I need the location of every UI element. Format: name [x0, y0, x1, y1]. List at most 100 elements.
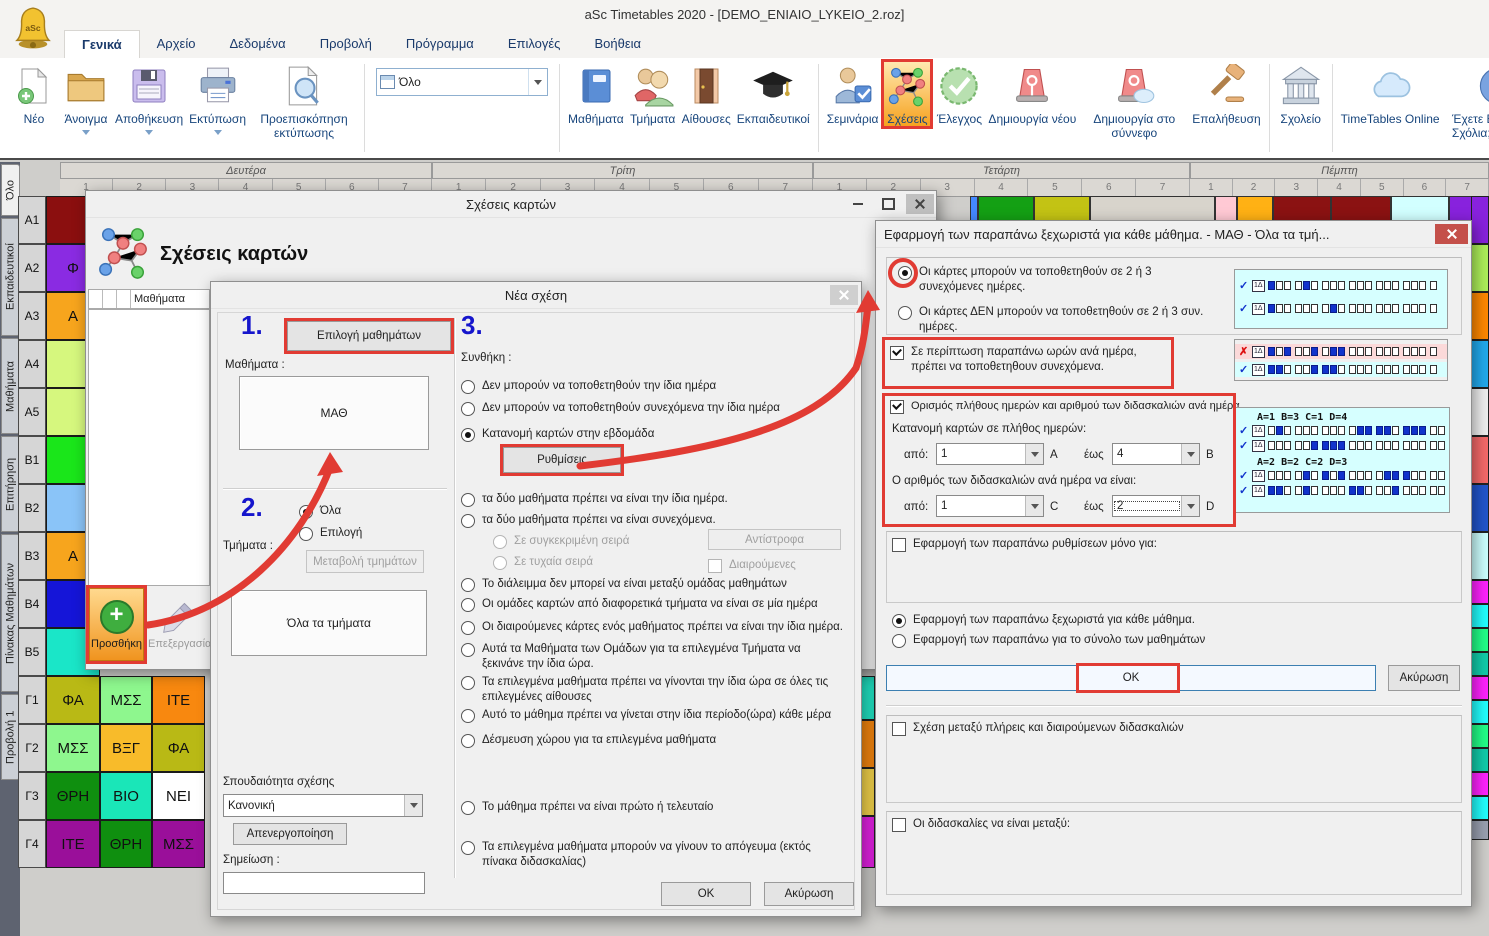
select-dropdown[interactable] — [404, 795, 422, 816]
radio-icon[interactable] — [461, 841, 475, 855]
radio-icon[interactable] — [892, 634, 906, 648]
lesson-card[interactable]: ΙΤΕ — [152, 676, 205, 724]
condition-option-13[interactable]: Τα επιλεγμένα μαθήματα μπορούν να γίνουν… — [461, 840, 846, 870]
lesson-card[interactable] — [1471, 676, 1489, 700]
lesson-card[interactable] — [1471, 652, 1489, 676]
lesson-card[interactable]: ΒΙΟ — [100, 772, 152, 820]
radio-icon[interactable] — [493, 556, 507, 570]
condition-option-8[interactable]: Αυτά τα Μαθήματα των Ομάδων για τα επιλε… — [461, 642, 841, 672]
apply-separately-option[interactable]: Εφαρμογή των παραπάνω ξεχωριστά για κάθε… — [892, 613, 1195, 628]
menu-item-programma[interactable]: Πρόγραμμα — [389, 30, 491, 58]
menu-item-epiloges[interactable]: Επιλογές — [491, 30, 578, 58]
print-dropdown-arrow-icon[interactable] — [214, 130, 222, 135]
lesson-card[interactable] — [1471, 436, 1489, 484]
lesson-card[interactable] — [1471, 820, 1489, 840]
lesson-card[interactable] — [1471, 244, 1489, 292]
menu-item-genika[interactable]: Γενικά — [64, 30, 140, 58]
selection-classes-option[interactable]: Επιλογή — [299, 526, 362, 541]
save-button[interactable]: Αποθήκευση — [115, 62, 183, 135]
radio-icon[interactable] — [493, 535, 507, 549]
lesson-card[interactable] — [1471, 580, 1489, 604]
lesson-card[interactable]: ΘΡΗ — [100, 820, 152, 868]
lesson-card[interactable] — [1471, 484, 1489, 532]
radio-icon[interactable] — [892, 614, 906, 628]
lesson-card[interactable]: ΦΑ — [152, 724, 205, 772]
divided-checkbox[interactable]: Διαιρούμενες — [708, 558, 796, 573]
row-header[interactable]: B1 — [18, 436, 46, 484]
condition-option-4[interactable]: τα δύο μαθήματα πρέπει να είναι συνεχόμε… — [461, 513, 716, 528]
condition-option-0[interactable]: Δεν μπορούν να τοποθετηθούν την ίδια ημέ… — [461, 379, 716, 394]
lesson-card[interactable] — [861, 676, 875, 720]
checkbox-icon[interactable] — [890, 346, 904, 360]
cards-2-3-consecutive-option[interactable]: Οι κάρτες μπορούν να τοποθετηθούν σε 2 ή… — [898, 265, 1218, 295]
select-dropdown[interactable] — [1181, 496, 1199, 516]
open-button[interactable]: Άνοιγμα — [63, 62, 109, 135]
generate-cloud-button[interactable]: Δημιουργία στο σύννεφο — [1082, 62, 1186, 140]
row-header[interactable]: B2 — [18, 484, 46, 532]
condition-option-12[interactable]: Το μάθημα πρέπει να είναι πρώτο ή τελευτ… — [461, 800, 713, 815]
select-dropdown[interactable] — [1025, 496, 1043, 516]
lesson-card[interactable]: ΜΣΣ — [100, 676, 152, 724]
open-dropdown-arrow-icon[interactable] — [82, 130, 90, 135]
cards-not-2-3-consecutive-option[interactable]: Οι κάρτες ΔΕΝ μπορούν να τοποθετηθούν σε… — [898, 305, 1228, 335]
condition-option-10[interactable]: Αυτό το μάθημα πρέπει να γίνεται στην ίδ… — [461, 708, 831, 723]
reverse-button[interactable]: Αντίστροφα — [708, 529, 841, 550]
lesson-card[interactable]: ΒΞΓ — [100, 724, 152, 772]
new-button[interactable]: Νέο — [11, 62, 57, 126]
maximize-button[interactable] — [874, 194, 902, 214]
condition-option-5[interactable]: Το διάλειμμα δεν μπορεί να είναι μεταξύ … — [461, 577, 787, 592]
consecutive-same-day-checkbox[interactable]: Σε περίπτωση παραπάνω ωρών ανά ημέρα, πρ… — [890, 345, 1152, 375]
apply-only-for-checkbox[interactable]: Εφαρμογή των παραπάνω ρυθμίσεων μόνο για… — [892, 537, 1157, 552]
menu-item-voitheia[interactable]: Βοήθεια — [577, 30, 658, 58]
select-dropdown[interactable] — [1025, 444, 1043, 464]
radio-icon[interactable] — [461, 801, 475, 815]
apply-total-option[interactable]: Εφαρμογή των παραπάνω για το σύνολο των … — [892, 633, 1205, 648]
row-header[interactable]: A2 — [18, 244, 46, 292]
timetables-online-button[interactable]: TimeTables Online — [1341, 62, 1440, 126]
verification-button[interactable]: Επαλήθευση — [1192, 62, 1260, 126]
menu-item-provoli[interactable]: Προβολή — [303, 30, 389, 58]
radio-icon[interactable] — [461, 578, 475, 592]
days-count-checkbox[interactable]: Ορισμός πλήθους ημερών και αριθμού των δ… — [890, 399, 1230, 414]
radio-icon[interactable] — [461, 621, 475, 635]
row-header[interactable]: A5 — [18, 388, 46, 436]
lesson-card[interactable] — [861, 816, 875, 868]
checkbox-icon[interactable] — [708, 559, 722, 573]
sub-option-specific-order[interactable]: Σε συγκεκριμένη σειρά — [493, 534, 629, 549]
row-header[interactable]: Γ1 — [18, 676, 46, 724]
condition-option-3[interactable]: τα δύο μαθήματα πρέπει να είναι την ίδια… — [461, 492, 728, 507]
lesson-card[interactable]: ΦΑ — [46, 676, 100, 724]
view-combo-dropdown[interactable] — [528, 69, 547, 95]
generate-new-button[interactable]: Δημιουργία νέου — [988, 62, 1076, 126]
radio-icon[interactable] — [461, 734, 475, 748]
lesson-card[interactable] — [1471, 340, 1489, 388]
radio-icon[interactable] — [461, 676, 475, 690]
condition-option-6[interactable]: Οι ομάδες καρτών από διαφορετικά τμήματα… — [461, 597, 818, 612]
select-lessons-button[interactable]: Επιλογή μαθημάτων — [287, 321, 451, 351]
disable-button[interactable]: Απενεργοποίηση — [233, 823, 347, 845]
lesson-card[interactable] — [861, 768, 875, 816]
classes-button[interactable]: Τμήματα — [630, 62, 676, 126]
close-button[interactable] — [830, 285, 858, 305]
questions-feedback-button[interactable]: ? Έχετε Ερωτήσεις Σχόλια; Γράψτε μ — [1446, 62, 1489, 140]
condition-option-9[interactable]: Τα επιλεγμένα μαθήματα πρέπει να γίνοντα… — [461, 675, 831, 705]
row-header[interactable]: B3 — [18, 532, 46, 580]
row-header[interactable]: B4 — [18, 580, 46, 628]
check-button[interactable]: Έλεγχος — [936, 62, 982, 126]
apply-dialog-titlebar[interactable]: Εφαρμογή των παραπάνω ξεχωριστά για κάθε… — [876, 221, 1471, 248]
radio-icon[interactable] — [461, 514, 475, 528]
checkbox-icon[interactable] — [892, 818, 906, 832]
selected-classes-box[interactable]: Όλα τα τμήματα — [231, 590, 427, 656]
classrooms-button[interactable]: Αίθουσες — [682, 62, 731, 126]
radio-icon[interactable] — [461, 428, 475, 442]
new-relation-titlebar[interactable]: Νέα σχέση — [211, 282, 861, 309]
row-header[interactable]: Γ2 — [18, 724, 46, 772]
card-relations-titlebar[interactable]: Σχέσεις καρτών — [86, 191, 936, 218]
ok-button[interactable]: OK — [661, 882, 751, 906]
row-header[interactable]: A4 — [18, 340, 46, 388]
print-preview-button[interactable]: Προεπισκόπηση εκτύπωσης — [252, 62, 356, 140]
selected-lessons-box[interactable]: ΜΑΘ — [239, 376, 429, 450]
radio-icon[interactable] — [461, 402, 475, 416]
row-header[interactable]: B5 — [18, 628, 46, 676]
row-header[interactable]: A1 — [18, 196, 46, 244]
